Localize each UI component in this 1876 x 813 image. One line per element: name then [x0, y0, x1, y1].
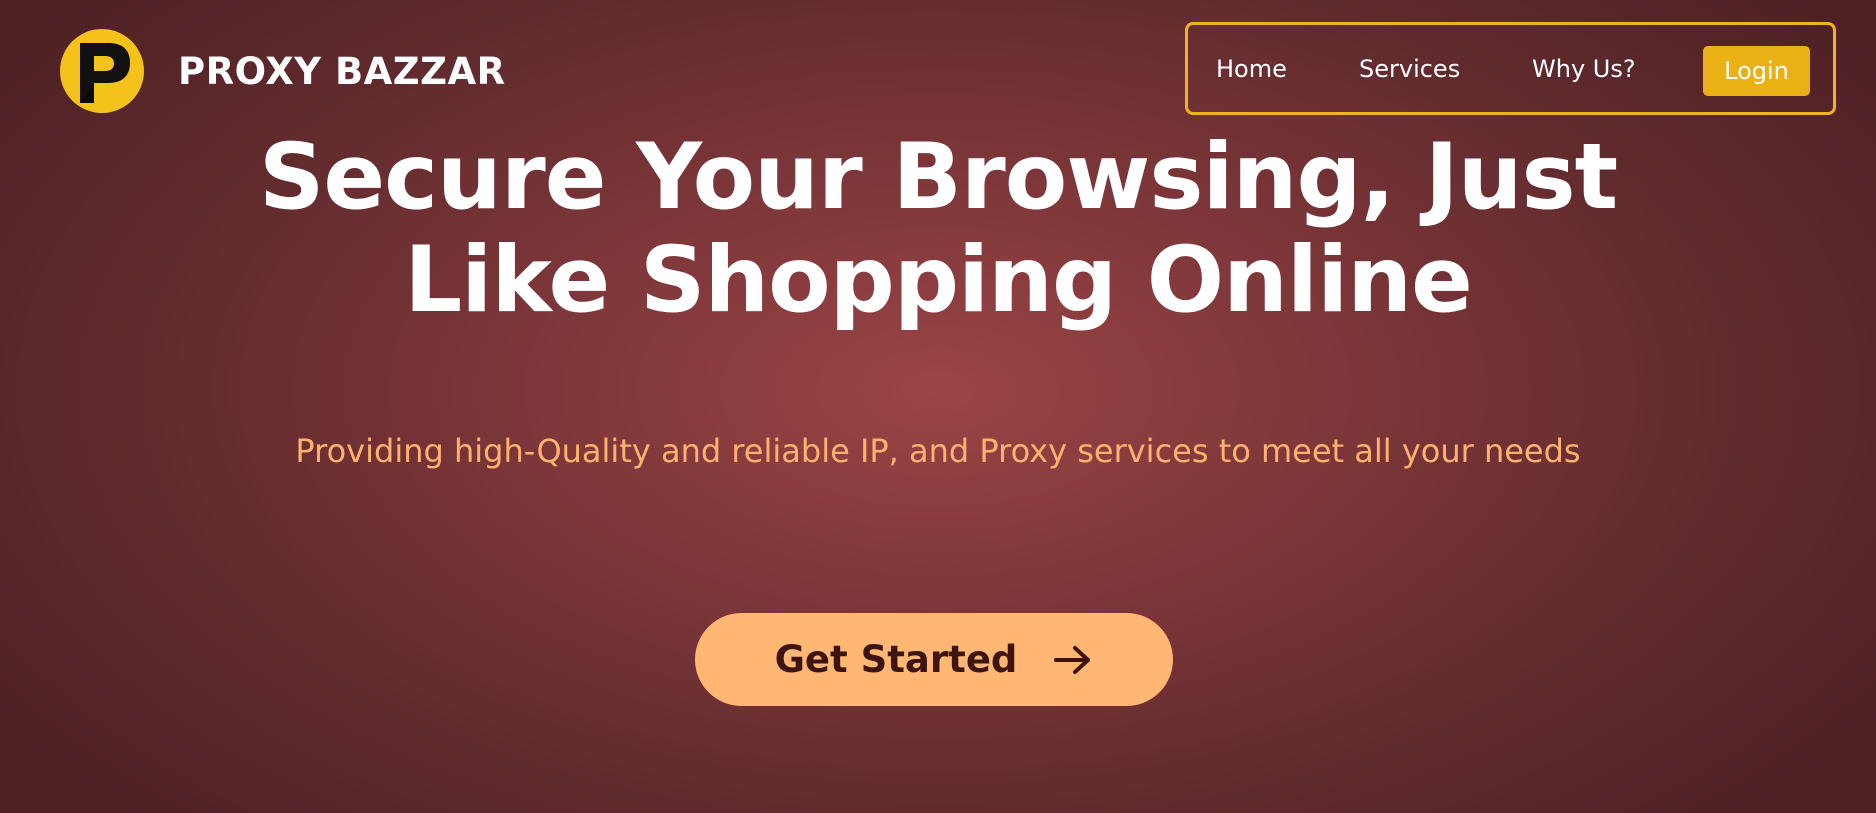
arrow-right-icon: [1053, 645, 1093, 675]
hero-title-line-1: Secure Your Browsing, Just: [258, 125, 1618, 230]
login-button[interactable]: Login: [1703, 46, 1810, 96]
letter-p-logo-icon: [60, 29, 144, 113]
hero-subtitle: Providing high-Quality and reliable IP, …: [295, 432, 1581, 470]
get-started-button[interactable]: Get Started: [695, 613, 1173, 706]
main-nav: Home Services Why Us? Login: [1185, 22, 1836, 115]
get-started-label: Get Started: [774, 638, 1018, 681]
brand-name: PROXY BAZZAR: [178, 49, 506, 93]
nav-link-home[interactable]: Home: [1216, 55, 1287, 83]
logo[interactable]: PROXY BAZZAR: [60, 29, 506, 113]
nav-link-why-us[interactable]: Why Us?: [1532, 55, 1636, 83]
hero-title: Secure Your Browsing, Just Like Shopping…: [188, 126, 1688, 332]
nav-link-services[interactable]: Services: [1359, 55, 1460, 83]
hero-title-line-2: Like Shopping Online: [404, 228, 1473, 333]
